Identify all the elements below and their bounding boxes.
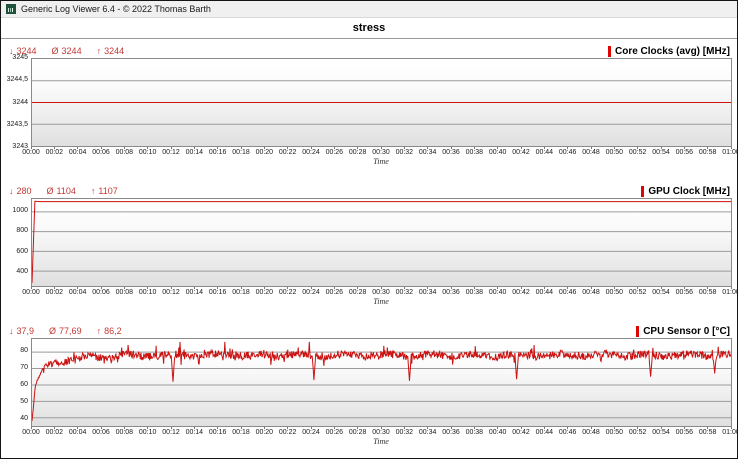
min-arrow-icon: ↓: [9, 186, 14, 196]
stat-min: ↓37,9: [9, 326, 34, 336]
y-tick-label: 800: [16, 227, 28, 235]
y-tick-label: 1000: [12, 207, 28, 215]
panel-header: ↓3244 Ø3244 ↑3244 Core Clocks (avg) [MHz…: [1, 44, 737, 58]
stat-max: ↑86,2: [97, 326, 122, 336]
y-tick-label: 3244: [12, 99, 28, 107]
max-arrow-icon: ↑: [91, 186, 96, 196]
stat-max-value: 3244: [104, 46, 124, 56]
y-tick-label: 3243,5: [7, 121, 28, 129]
y-tick-label: 50: [20, 398, 28, 406]
legend-color-marker: [608, 46, 611, 57]
stat-max: ↑1107: [91, 186, 118, 196]
y-tick-label: 600: [16, 248, 28, 256]
stat-min: ↓280: [9, 186, 32, 196]
y-tick-label: 70: [20, 364, 28, 372]
avg-icon: Ø: [49, 326, 56, 336]
app-icon: [6, 4, 16, 14]
x-tick-label: 01:00: [717, 427, 738, 436]
max-arrow-icon: ↑: [97, 326, 102, 336]
chart-panel-gpu-clock: ↓280 Ø1104 ↑1107 GPU Clock [MHz] 1000 800…: [1, 179, 737, 319]
chart-title: GPU Clock [MHz]: [641, 186, 730, 197]
stat-min-value: 280: [17, 186, 32, 196]
plot-area-core-clocks[interactable]: [31, 58, 732, 147]
x-axis-title: Time: [31, 156, 731, 167]
chart-title: Core Clocks (avg) [MHz]: [608, 46, 730, 57]
stat-max-value: 1107: [98, 186, 117, 196]
log-tab-title: stress: [1, 18, 737, 39]
stat-avg: Ø1104: [47, 186, 76, 196]
chart-panel-cpu-sensor: ↓37,9 Ø77,69 ↑86,2 CPU Sensor 0 [°C] 80 7…: [1, 319, 737, 459]
panel-header: ↓280 Ø1104 ↑1107 GPU Clock [MHz]: [1, 184, 737, 198]
plot-row: 1000 800 600 400: [1, 198, 737, 287]
legend-color-marker: [641, 186, 644, 197]
stat-avg-value: 77,69: [59, 326, 82, 336]
stat-avg: Ø77,69: [49, 326, 82, 336]
chart-title: CPU Sensor 0 [°C]: [636, 326, 730, 337]
x-axis-title: Time: [31, 296, 731, 307]
y-tick-label: 400: [16, 268, 28, 276]
plot-row: 32453244,532443243,53243: [1, 58, 737, 147]
y-tick-label: 60: [20, 381, 28, 389]
x-tick-label: 01:00: [717, 147, 738, 156]
stat-avg-value: 3244: [62, 46, 82, 56]
max-arrow-icon: ↑: [97, 46, 102, 56]
x-axis-labels: 00:0000:0200:0400:0600:0800:1000:1200:14…: [1, 427, 737, 436]
stat-avg: Ø3244: [52, 46, 82, 56]
y-axis-labels: 1000 800 600 400: [1, 198, 31, 287]
x-axis-labels: 00:0000:0200:0400:0600:0800:1000:1200:14…: [1, 147, 737, 156]
chart-panel-core-clocks: ↓3244 Ø3244 ↑3244 Core Clocks (avg) [MHz…: [1, 39, 737, 179]
stats-row: ↓280 Ø1104 ↑1107: [9, 186, 118, 196]
avg-icon: Ø: [52, 46, 59, 56]
stats-row: ↓37,9 Ø77,69 ↑86,2: [9, 326, 122, 336]
plot-area-cpu-sensor[interactable]: [31, 338, 732, 427]
y-axis-labels: 32453244,532443243,53243: [1, 58, 31, 147]
x-axis-labels: 00:0000:0200:0400:0600:0800:1000:1200:14…: [1, 287, 737, 296]
plot-row: 80 70 60 50 40: [1, 338, 737, 427]
avg-icon: Ø: [47, 186, 54, 196]
panel-header: ↓37,9 Ø77,69 ↑86,2 CPU Sensor 0 [°C]: [1, 324, 737, 338]
x-axis-title: Time: [31, 436, 731, 447]
window-titlebar[interactable]: Generic Log Viewer 6.4 - © 2022 Thomas B…: [1, 1, 737, 18]
y-tick-label: 3245: [12, 54, 28, 62]
app-window: Generic Log Viewer 6.4 - © 2022 Thomas B…: [0, 0, 738, 459]
stat-min-value: 37,9: [17, 326, 35, 336]
y-tick-label: 40: [20, 415, 28, 423]
plot-area-gpu-clock[interactable]: [31, 198, 732, 287]
x-tick-label: 01:00: [717, 287, 738, 296]
y-tick-label: 80: [20, 347, 28, 355]
data-series-line: [32, 342, 731, 421]
min-arrow-icon: ↓: [9, 326, 14, 336]
y-axis-labels: 80 70 60 50 40: [1, 338, 31, 427]
window-title: Generic Log Viewer 6.4 - © 2022 Thomas B…: [21, 4, 211, 14]
stat-max: ↑3244: [97, 46, 125, 56]
stat-max-value: 86,2: [104, 326, 122, 336]
stat-avg-value: 1104: [57, 186, 76, 196]
y-tick-label: 3244,5: [7, 76, 28, 84]
legend-color-marker: [636, 326, 639, 337]
